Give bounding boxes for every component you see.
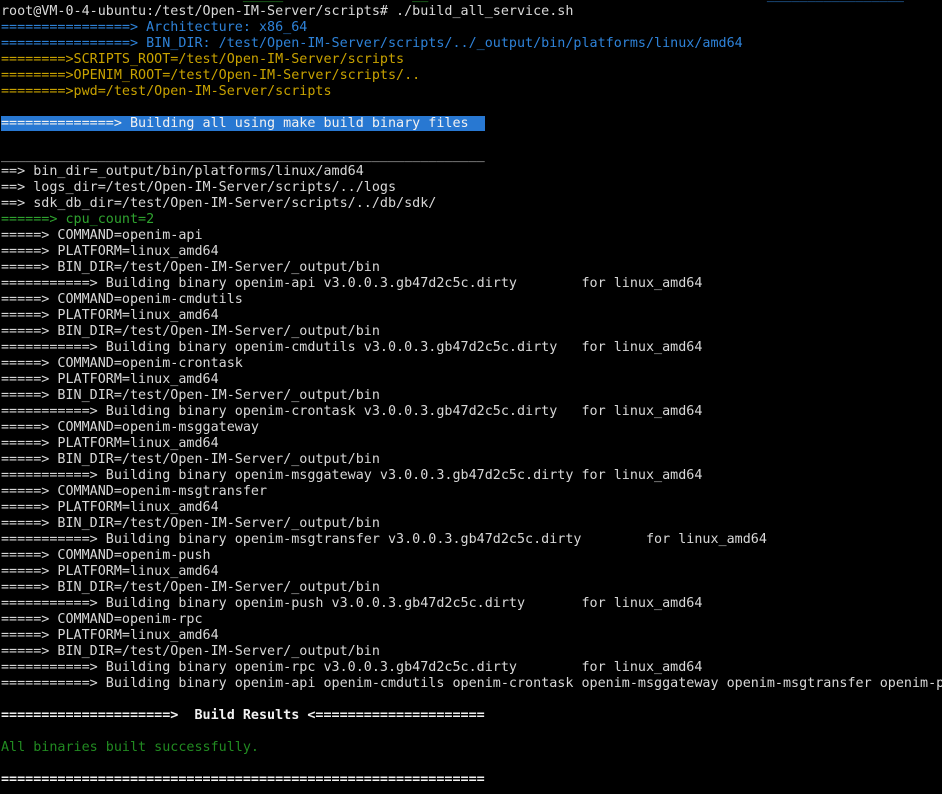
bindir-line: =====> BIN_DIR=/test/Open-IM-Server/_out… (1, 452, 942, 468)
bindir-line: ================> BIN_DIR: /test/Open-IM… (1, 36, 942, 52)
platform-line: =====> PLATFORM=linux_amd64 (1, 308, 942, 324)
building-line: ===========> Building binary openim-rpc … (1, 660, 942, 676)
separator-underscore-line: ________________________________________… (1, 148, 942, 164)
text-segment (1, 0, 243, 3)
text-segment (283, 0, 412, 3)
sdk-db-dir-var-line: ==> sdk_db_dir=/test/Open-IM-Server/scri… (1, 196, 942, 212)
command-line: =====> COMMAND=openim-msgtransfer (1, 484, 942, 500)
blank-line (1, 100, 942, 116)
pwd-line: ========>pwd=/test/Open-IM-Server/script… (1, 84, 942, 100)
terminal-output: _____ __ _________________root@VM-0-4-ub… (0, 0, 942, 788)
command-line: =====> COMMAND=openim-msggateway (1, 420, 942, 436)
building-line: ===========> Building binary openim-msgg… (1, 468, 942, 484)
platform-line: =====> PLATFORM=linux_amd64 (1, 436, 942, 452)
shell-prompt-line: root@VM-0-4-ubuntu:/test/Open-IM-Server/… (1, 4, 942, 20)
scripts-root-line: ========>SCRIPTS_ROOT=/test/Open-IM-Serv… (1, 52, 942, 68)
bindir-line: =====> BIN_DIR=/test/Open-IM-Server/_out… (1, 580, 942, 596)
building-all-line: ===========> Building binary openim-api … (1, 676, 942, 692)
building-line: ===========> Building binary openim-push… (1, 596, 942, 612)
terminal-screen: _____ __ _________________root@VM-0-4-ub… (0, 0, 942, 794)
bin-dir-var-line: ==> bin_dir=_output/bin/platforms/linux/… (1, 164, 942, 180)
building-line: ===========> Building binary openim-cmdu… (1, 340, 942, 356)
bindir-line: =====> BIN_DIR=/test/Open-IM-Server/_out… (1, 516, 942, 532)
platform-line: =====> PLATFORM=linux_amd64 (1, 500, 942, 516)
build-banner-line: ==============> Building all using make … (1, 116, 942, 132)
command-line: =====> COMMAND=openim-push (1, 548, 942, 564)
bindir-line: =====> BIN_DIR=/test/Open-IM-Server/_out… (1, 388, 942, 404)
command-line: =====> COMMAND=openim-rpc (1, 612, 942, 628)
banner-segment: ==============> Building all using make … (1, 116, 485, 131)
frag-green-segment: __ (412, 0, 428, 3)
platform-line: =====> PLATFORM=linux_amd64 (1, 564, 942, 580)
cpu-count-line: ======> cpu_count=2 (1, 212, 942, 228)
architecture-line: ================> Architecture: x86_64 (1, 20, 942, 36)
blank-line (1, 724, 942, 740)
bindir-line: =====> BIN_DIR=/test/Open-IM-Server/_out… (1, 260, 942, 276)
building-line: ===========> Building binary openim-msgt… (1, 532, 942, 548)
building-line: ===========> Building binary openim-cron… (1, 404, 942, 420)
frag-blue-segment: _________________ (767, 0, 904, 3)
logs-dir-var-line: ==> logs_dir=/test/Open-IM-Server/script… (1, 180, 942, 196)
text-segment (428, 0, 767, 3)
command-line: =====> COMMAND=openim-api (1, 228, 942, 244)
platform-line: =====> PLATFORM=linux_amd64 (1, 628, 942, 644)
command-line: =====> COMMAND=openim-crontask (1, 356, 942, 372)
openim-root-line: ========>OPENIM_ROOT=/test/Open-IM-Serve… (1, 68, 942, 84)
bottom-separator-line: ========================================… (1, 772, 942, 788)
bindir-line: =====> BIN_DIR=/test/Open-IM-Server/_out… (1, 324, 942, 340)
bindir-line: =====> BIN_DIR=/test/Open-IM-Server/_out… (1, 644, 942, 660)
command-line: =====> COMMAND=openim-cmdutils (1, 292, 942, 308)
success-line: All binaries built successfully. (1, 740, 942, 756)
frag-green-segment: _____ (243, 0, 283, 3)
platform-line: =====> PLATFORM=linux_amd64 (1, 372, 942, 388)
building-line: ===========> Building binary openim-api … (1, 276, 942, 292)
platform-line: =====> PLATFORM=linux_amd64 (1, 244, 942, 260)
blank-line (1, 756, 942, 772)
blank-line (1, 692, 942, 708)
blank-line (1, 132, 942, 148)
build-results-line: =====================> Build Results <==… (1, 708, 942, 724)
